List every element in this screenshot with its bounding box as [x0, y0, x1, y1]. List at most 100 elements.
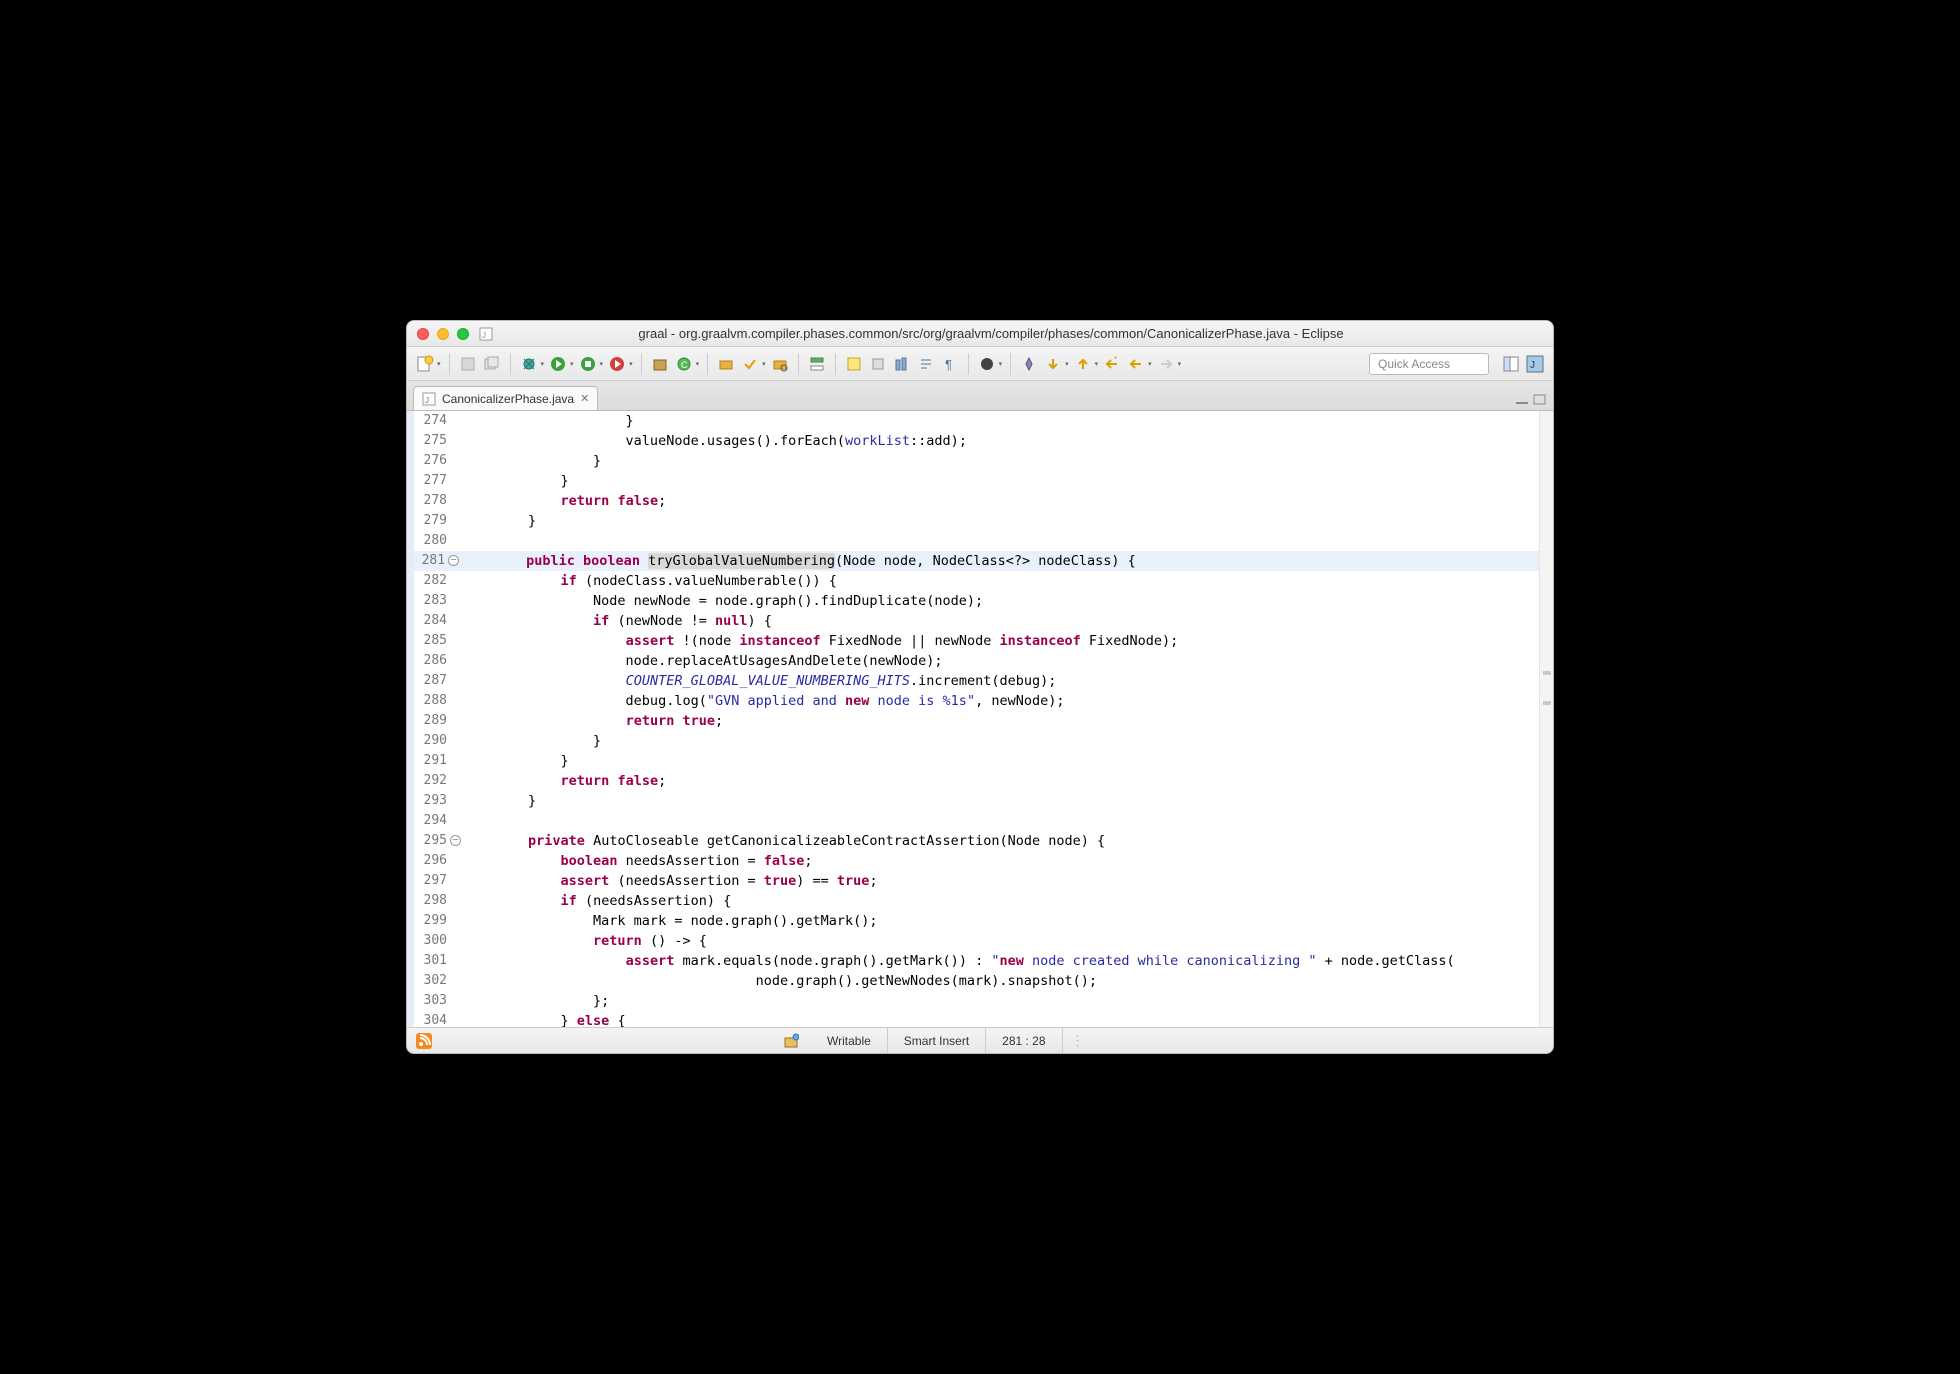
open-task-icon[interactable]: [740, 354, 760, 374]
line-number: 300: [407, 931, 463, 951]
word-wrap-icon[interactable]: [916, 354, 936, 374]
svg-text:¶: ¶: [945, 357, 952, 372]
java-perspective-icon[interactable]: J: [1525, 354, 1545, 374]
new-class-icon[interactable]: C: [674, 354, 694, 374]
pin-icon[interactable]: [1019, 354, 1039, 374]
status-overflow-icon[interactable]: ⋮: [1063, 1032, 1093, 1049]
code-line[interactable]: 294: [407, 811, 1539, 831]
line-number: 279: [407, 511, 463, 531]
save-icon[interactable]: [458, 354, 478, 374]
code-line[interactable]: 293 }: [407, 791, 1539, 811]
new-package-icon[interactable]: [650, 354, 670, 374]
nav-down-icon[interactable]: [1043, 354, 1063, 374]
line-number: 295–: [407, 831, 463, 851]
code-editor[interactable]: 274 }275 valueNode.usages().forEach(work…: [407, 411, 1553, 1027]
code-line[interactable]: 285 assert !(node instanceof FixedNode |…: [407, 631, 1539, 651]
line-number: 283: [407, 591, 463, 611]
overview-ruler[interactable]: [1539, 411, 1553, 1027]
line-number: 286: [407, 651, 463, 671]
code-line[interactable]: 281– public boolean tryGlobalValueNumber…: [407, 551, 1539, 571]
code-line[interactable]: 274 }: [407, 411, 1539, 431]
code-line[interactable]: 283 Node newNode = node.graph().findDupl…: [407, 591, 1539, 611]
code-line[interactable]: 289 return true;: [407, 711, 1539, 731]
line-number: 292: [407, 771, 463, 791]
code-text: return true;: [463, 711, 723, 731]
code-text: Mark mark = node.graph().getMark();: [463, 911, 878, 931]
open-type-icon[interactable]: [716, 354, 736, 374]
code-text: }: [463, 731, 601, 751]
code-line[interactable]: 300 return () -> {: [407, 931, 1539, 951]
mark-occurrences-icon[interactable]: [844, 354, 864, 374]
svg-text:C: C: [681, 360, 688, 370]
go-to-last-edit-icon[interactable]: *: [1102, 354, 1122, 374]
code-line[interactable]: 284 if (newNode != null) {: [407, 611, 1539, 631]
coverage-icon[interactable]: [578, 354, 598, 374]
code-line[interactable]: 288 debug.log("GVN applied and new node …: [407, 691, 1539, 711]
code-line[interactable]: 279 }: [407, 511, 1539, 531]
java-file-icon: J: [422, 392, 436, 406]
code-line[interactable]: 286 node.replaceAtUsagesAndDelete(newNod…: [407, 651, 1539, 671]
code-line[interactable]: 301 assert mark.equals(node.graph().getM…: [407, 951, 1539, 971]
editor-tab[interactable]: J CanonicalizerPhase.java ✕: [413, 386, 598, 410]
code-line[interactable]: 290 }: [407, 731, 1539, 751]
back-icon[interactable]: [1126, 354, 1146, 374]
code-text: return false;: [463, 491, 666, 511]
close-window-button[interactable]: [417, 328, 429, 340]
code-line[interactable]: 280: [407, 531, 1539, 551]
code-line[interactable]: 303 };: [407, 991, 1539, 1011]
code-line[interactable]: 276 }: [407, 451, 1539, 471]
code-line[interactable]: 299 Mark mark = node.graph().getMark();: [407, 911, 1539, 931]
fold-toggle-icon[interactable]: –: [450, 835, 461, 846]
run-icon[interactable]: [548, 354, 568, 374]
search-icon[interactable]: [770, 354, 790, 374]
code-line[interactable]: 282 if (nodeClass.valueNumberable()) {: [407, 571, 1539, 591]
build-icon[interactable]: [781, 1031, 801, 1051]
line-number: 277: [407, 471, 463, 491]
annotations-icon[interactable]: [977, 354, 997, 374]
code-text: if (nodeClass.valueNumberable()) {: [463, 571, 837, 591]
code-line[interactable]: 275 valueNode.usages().forEach(workList:…: [407, 431, 1539, 451]
line-number: 290: [407, 731, 463, 751]
code-line[interactable]: 278 return false;: [407, 491, 1539, 511]
code-text: }: [463, 511, 536, 531]
run-last-icon[interactable]: [607, 354, 627, 374]
nav-up-icon[interactable]: [1073, 354, 1093, 374]
open-perspective-icon[interactable]: [1501, 354, 1521, 374]
line-number: 276: [407, 451, 463, 471]
debug-icon[interactable]: [519, 354, 539, 374]
code-text: return () -> {: [463, 931, 707, 951]
block-selection-icon[interactable]: [868, 354, 888, 374]
code-text: }: [463, 451, 601, 471]
quick-access-input[interactable]: Quick Access: [1369, 353, 1489, 375]
paragraph-icon[interactable]: ¶: [940, 354, 960, 374]
code-line[interactable]: 297 assert (needsAssertion = true) == tr…: [407, 871, 1539, 891]
new-icon[interactable]: [415, 354, 435, 374]
code-text: node.replaceAtUsagesAndDelete(newNode);: [463, 651, 943, 671]
code-line[interactable]: 302 node.graph().getNewNodes(mark).snaps…: [407, 971, 1539, 991]
code-line[interactable]: 291 }: [407, 751, 1539, 771]
minimize-view-icon[interactable]: [1515, 394, 1529, 406]
line-number: 294: [407, 811, 463, 831]
code-line[interactable]: 295– private AutoCloseable getCanonicali…: [407, 831, 1539, 851]
forward-icon[interactable]: [1156, 354, 1176, 374]
code-line[interactable]: 287 COUNTER_GLOBAL_VALUE_NUMBERING_HITS.…: [407, 671, 1539, 691]
code-text: if (needsAssertion) {: [463, 891, 731, 911]
close-tab-icon[interactable]: ✕: [580, 392, 589, 405]
code-text: }: [463, 791, 536, 811]
titlebar: J graal - org.graalvm.compiler.phases.co…: [407, 321, 1553, 347]
rss-icon[interactable]: [413, 1030, 435, 1052]
fold-toggle-icon[interactable]: –: [448, 555, 459, 566]
toggle-breadcrumb-icon[interactable]: [807, 354, 827, 374]
code-line[interactable]: 298 if (needsAssertion) {: [407, 891, 1539, 911]
code-line[interactable]: 277 }: [407, 471, 1539, 491]
line-number: 288: [407, 691, 463, 711]
status-cursor-position: 281 : 28: [986, 1028, 1062, 1053]
show-whitespace-icon[interactable]: [892, 354, 912, 374]
line-number: 284: [407, 611, 463, 631]
save-all-icon[interactable]: [482, 354, 502, 374]
code-line[interactable]: 304 } else {: [407, 1011, 1539, 1027]
code-line[interactable]: 296 boolean needsAssertion = false;: [407, 851, 1539, 871]
line-number: 281–: [407, 551, 461, 571]
maximize-view-icon[interactable]: [1533, 394, 1547, 406]
code-line[interactable]: 292 return false;: [407, 771, 1539, 791]
